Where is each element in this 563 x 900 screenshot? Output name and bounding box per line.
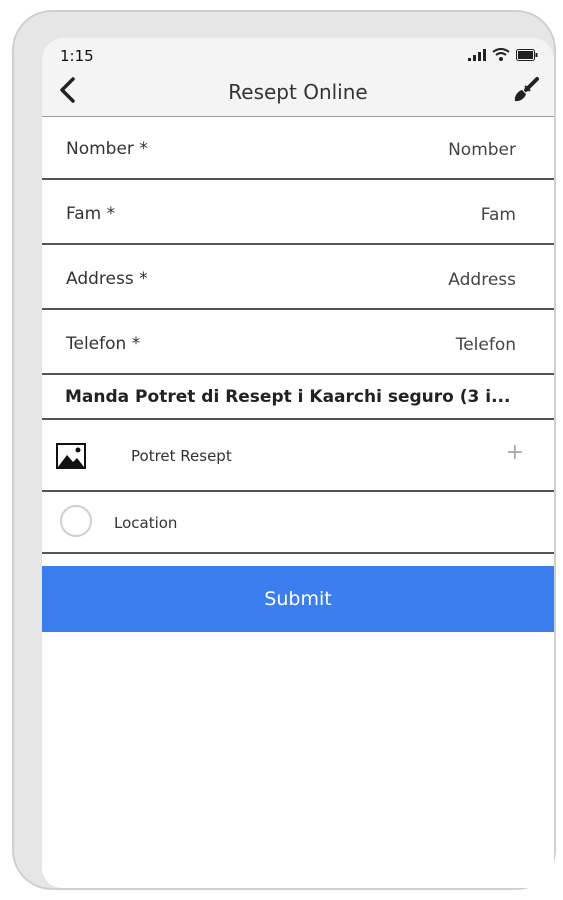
status-bar: 1:15	[42, 38, 554, 68]
nomber-label: Nomber *	[66, 139, 148, 159]
fam-field: Fam *	[42, 182, 554, 245]
telefon-field: Telefon *	[42, 312, 554, 375]
telefon-input[interactable]	[254, 332, 518, 358]
paint-brush-icon[interactable]	[510, 76, 540, 106]
signal-icon	[468, 49, 486, 61]
fam-label: Fam *	[66, 204, 116, 224]
address-label: Address *	[66, 269, 148, 289]
app-screen: 1:15 Resept Online Nomber * Nomber Fam *…	[42, 38, 554, 888]
battery-icon	[516, 49, 538, 61]
photo-section-title: Manda Potret di Resept i Kaarchi seguro …	[65, 387, 511, 407]
nomber-field: Nomber *	[42, 117, 554, 180]
add-photo-row[interactable]: Potret Resept +	[42, 420, 554, 492]
status-time: 1:15	[60, 47, 94, 65]
wifi-icon	[492, 48, 510, 61]
submit-button[interactable]: Submit	[42, 566, 554, 632]
image-icon	[56, 443, 86, 469]
page-title: Resept Online	[228, 80, 368, 104]
address-input[interactable]	[254, 267, 518, 293]
fam-input[interactable]	[254, 202, 518, 228]
nomber-input[interactable]	[254, 137, 518, 163]
location-radio[interactable]	[60, 505, 92, 537]
location-label: Location	[114, 514, 178, 532]
app-header: Resept Online	[42, 68, 554, 117]
location-row[interactable]: Location	[42, 492, 554, 554]
add-photo-plus-icon[interactable]: +	[506, 440, 524, 465]
status-icons	[468, 48, 538, 61]
telefon-label: Telefon *	[66, 334, 141, 354]
photo-section-header: Manda Potret di Resept i Kaarchi seguro …	[42, 376, 554, 420]
photo-label: Potret Resept	[131, 447, 232, 465]
address-field: Address *	[42, 247, 554, 310]
phone-frame: 1:15 Resept Online Nomber * Nomber Fam *…	[12, 10, 556, 890]
